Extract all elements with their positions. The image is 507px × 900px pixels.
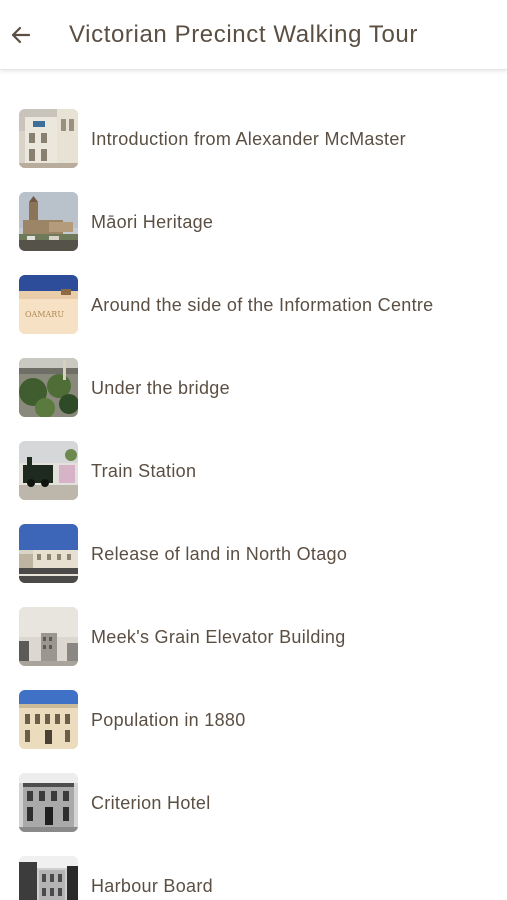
stone-building-thumbnail — [19, 690, 78, 749]
criterion-hotel-thumbnail — [19, 773, 78, 832]
heritage-building-thumbnail — [19, 109, 78, 168]
tour-stop-label: Train Station — [91, 460, 197, 481]
tour-stop-label: Population in 1880 — [91, 709, 246, 730]
steam-train-thumbnail — [19, 441, 78, 500]
information-centre-thumbnail: OAMARU — [19, 275, 78, 334]
tour-stop-item[interactable]: Release of land in North Otago — [0, 512, 507, 595]
tour-stop-label: Māori Heritage — [91, 211, 214, 232]
tour-stop-item[interactable]: Meek's Grain Elevator Building — [0, 595, 507, 678]
svg-text:OAMARU: OAMARU — [25, 310, 64, 319]
back-button[interactable] — [0, 14, 42, 56]
street-buildings-thumbnail — [19, 524, 78, 583]
harbour-board-thumbnail — [19, 856, 78, 900]
historic-street-thumbnail — [19, 607, 78, 666]
tour-stop-label: Introduction from Alexander McMaster — [91, 128, 406, 149]
app-screen: Victorian Precinct Walking Tour Introduc… — [0, 0, 507, 900]
arrow-left-icon — [11, 26, 31, 43]
clock-tower-thumbnail — [19, 192, 78, 251]
tour-stop-item[interactable]: Māori Heritage — [0, 180, 507, 263]
tour-stop-item[interactable]: Harbour Board — [0, 844, 507, 900]
tour-stop-item[interactable]: Train Station — [0, 429, 507, 512]
page-title: Victorian Precinct Walking Tour — [69, 20, 418, 48]
tour-stop-label: Harbour Board — [91, 875, 213, 896]
tour-stop-label: Around the side of the Information Centr… — [91, 294, 434, 315]
bridge-vegetation-thumbnail — [19, 358, 78, 417]
tour-stop-list: Introduction from Alexander McMaster Māo… — [0, 70, 507, 900]
tour-stop-item[interactable]: Criterion Hotel — [0, 761, 507, 844]
app-header: Victorian Precinct Walking Tour — [0, 0, 507, 70]
tour-stop-label: Release of land in North Otago — [91, 543, 348, 564]
tour-stop-item[interactable]: Under the bridge — [0, 346, 507, 429]
tour-stop-item[interactable]: Introduction from Alexander McMaster — [0, 97, 507, 180]
tour-stop-label: Meek's Grain Elevator Building — [91, 626, 346, 647]
tour-stop-label: Under the bridge — [91, 377, 230, 398]
tour-stop-item[interactable]: Population in 1880 — [0, 678, 507, 761]
tour-stop-label: Criterion Hotel — [91, 792, 211, 813]
tour-stop-item[interactable]: OAMARU Around the side of the Informatio… — [0, 263, 507, 346]
